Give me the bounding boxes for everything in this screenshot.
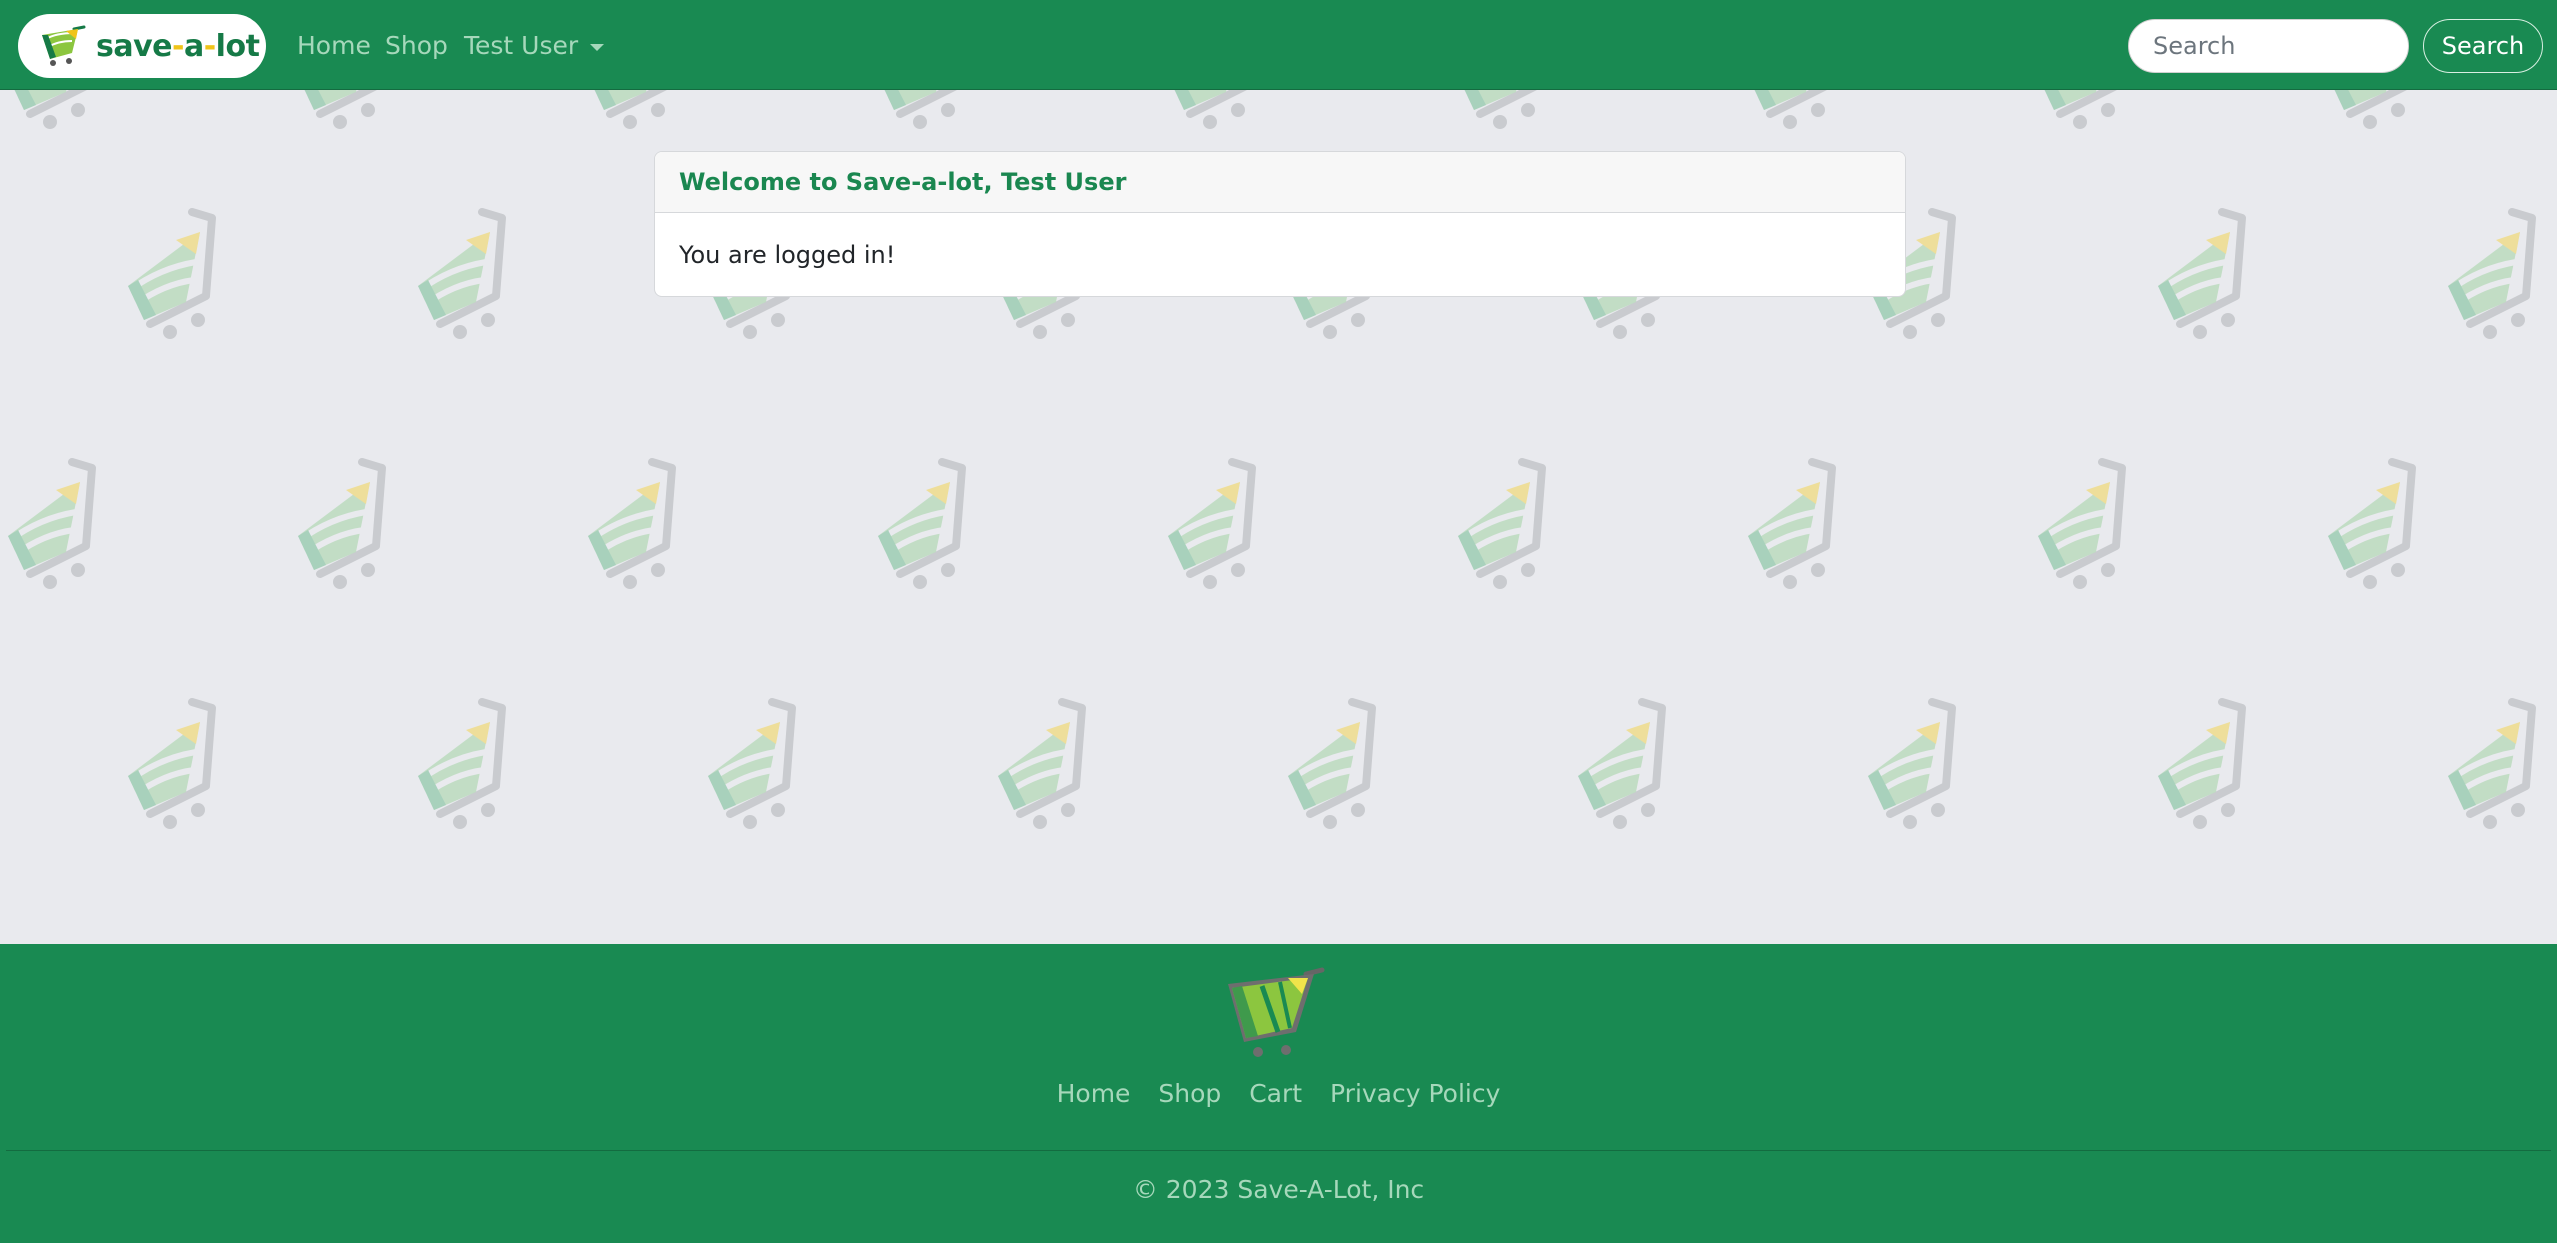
search-button[interactable]: Search — [2423, 19, 2543, 73]
shopping-cart-icon — [2310, 90, 2440, 140]
footer-divider — [6, 1150, 2551, 1151]
caret-down-icon — [590, 43, 605, 51]
user-name: Test User — [464, 31, 579, 60]
shopping-cart-icon — [980, 690, 1110, 840]
footer-shop-link[interactable]: Shop — [1158, 1079, 1221, 1108]
shopping-cart-icon — [280, 450, 410, 600]
shopping-cart-icon — [1440, 450, 1570, 600]
shopping-cart-icon — [570, 90, 700, 140]
shopping-cart-icon — [1150, 90, 1280, 140]
welcome-card: Welcome to Save-a-lot, Test User You are… — [654, 151, 1906, 297]
shopping-cart-icon — [1440, 90, 1570, 140]
shopping-cart-icon — [0, 90, 120, 140]
footer-cart-link[interactable]: Cart — [1249, 1079, 1302, 1108]
shopping-cart-icon — [1150, 450, 1280, 600]
footer-links: Home Shop Cart Privacy Policy — [0, 1074, 2557, 1114]
shopping-cart-icon — [110, 200, 240, 350]
card-header: Welcome to Save-a-lot, Test User — [655, 152, 1905, 213]
card-body: You are logged in! — [679, 241, 896, 269]
shopping-cart-icon — [1850, 690, 1980, 840]
shopping-cart-icon — [860, 450, 990, 600]
shopping-cart-icon — [2020, 450, 2150, 600]
shopping-cart-icon — [690, 690, 820, 840]
shopping-cart-icon — [400, 690, 530, 840]
shopping-cart-icon — [1560, 690, 1690, 840]
search-input[interactable] — [2128, 19, 2409, 73]
shopping-cart-icon — [400, 200, 530, 350]
shopping-cart-icon — [1730, 450, 1860, 600]
shopping-cart-logo-icon — [42, 25, 86, 66]
footer-cart-logo-icon — [1228, 967, 1325, 1057]
footer-privacy-link[interactable]: Privacy Policy — [1330, 1079, 1500, 1108]
brand-name: save-a-lot — [96, 28, 260, 64]
shopping-cart-icon — [2430, 690, 2557, 840]
shopping-cart-icon — [2140, 690, 2270, 840]
top-navbar: save-a-lot Home Shop Test User Search — [0, 0, 2557, 90]
shopping-cart-icon — [1730, 90, 1860, 140]
shopping-cart-icon — [2430, 200, 2557, 350]
shopping-cart-icon — [2310, 450, 2440, 600]
copyright-text: © 2023 Save-A-Lot, Inc — [1132, 1175, 1425, 1204]
nav-shop-link[interactable]: Shop — [385, 26, 448, 66]
shopping-cart-icon — [0, 450, 120, 600]
user-dropdown-toggle[interactable]: Test User — [464, 26, 605, 66]
brand-logo-link[interactable]: save-a-lot — [18, 14, 266, 78]
shopping-cart-icon — [110, 690, 240, 840]
shopping-cart-icon — [1270, 690, 1400, 840]
nav-home-link[interactable]: Home — [297, 26, 371, 66]
footer-home-link[interactable]: Home — [1057, 1079, 1131, 1108]
shopping-cart-icon — [280, 90, 410, 140]
shopping-cart-icon — [2020, 90, 2150, 140]
shopping-cart-icon — [2140, 200, 2270, 350]
footer: Home Shop Cart Privacy Policy © 2023 Sav… — [0, 944, 2557, 1243]
shopping-cart-icon — [860, 90, 990, 140]
shopping-cart-icon — [570, 450, 700, 600]
